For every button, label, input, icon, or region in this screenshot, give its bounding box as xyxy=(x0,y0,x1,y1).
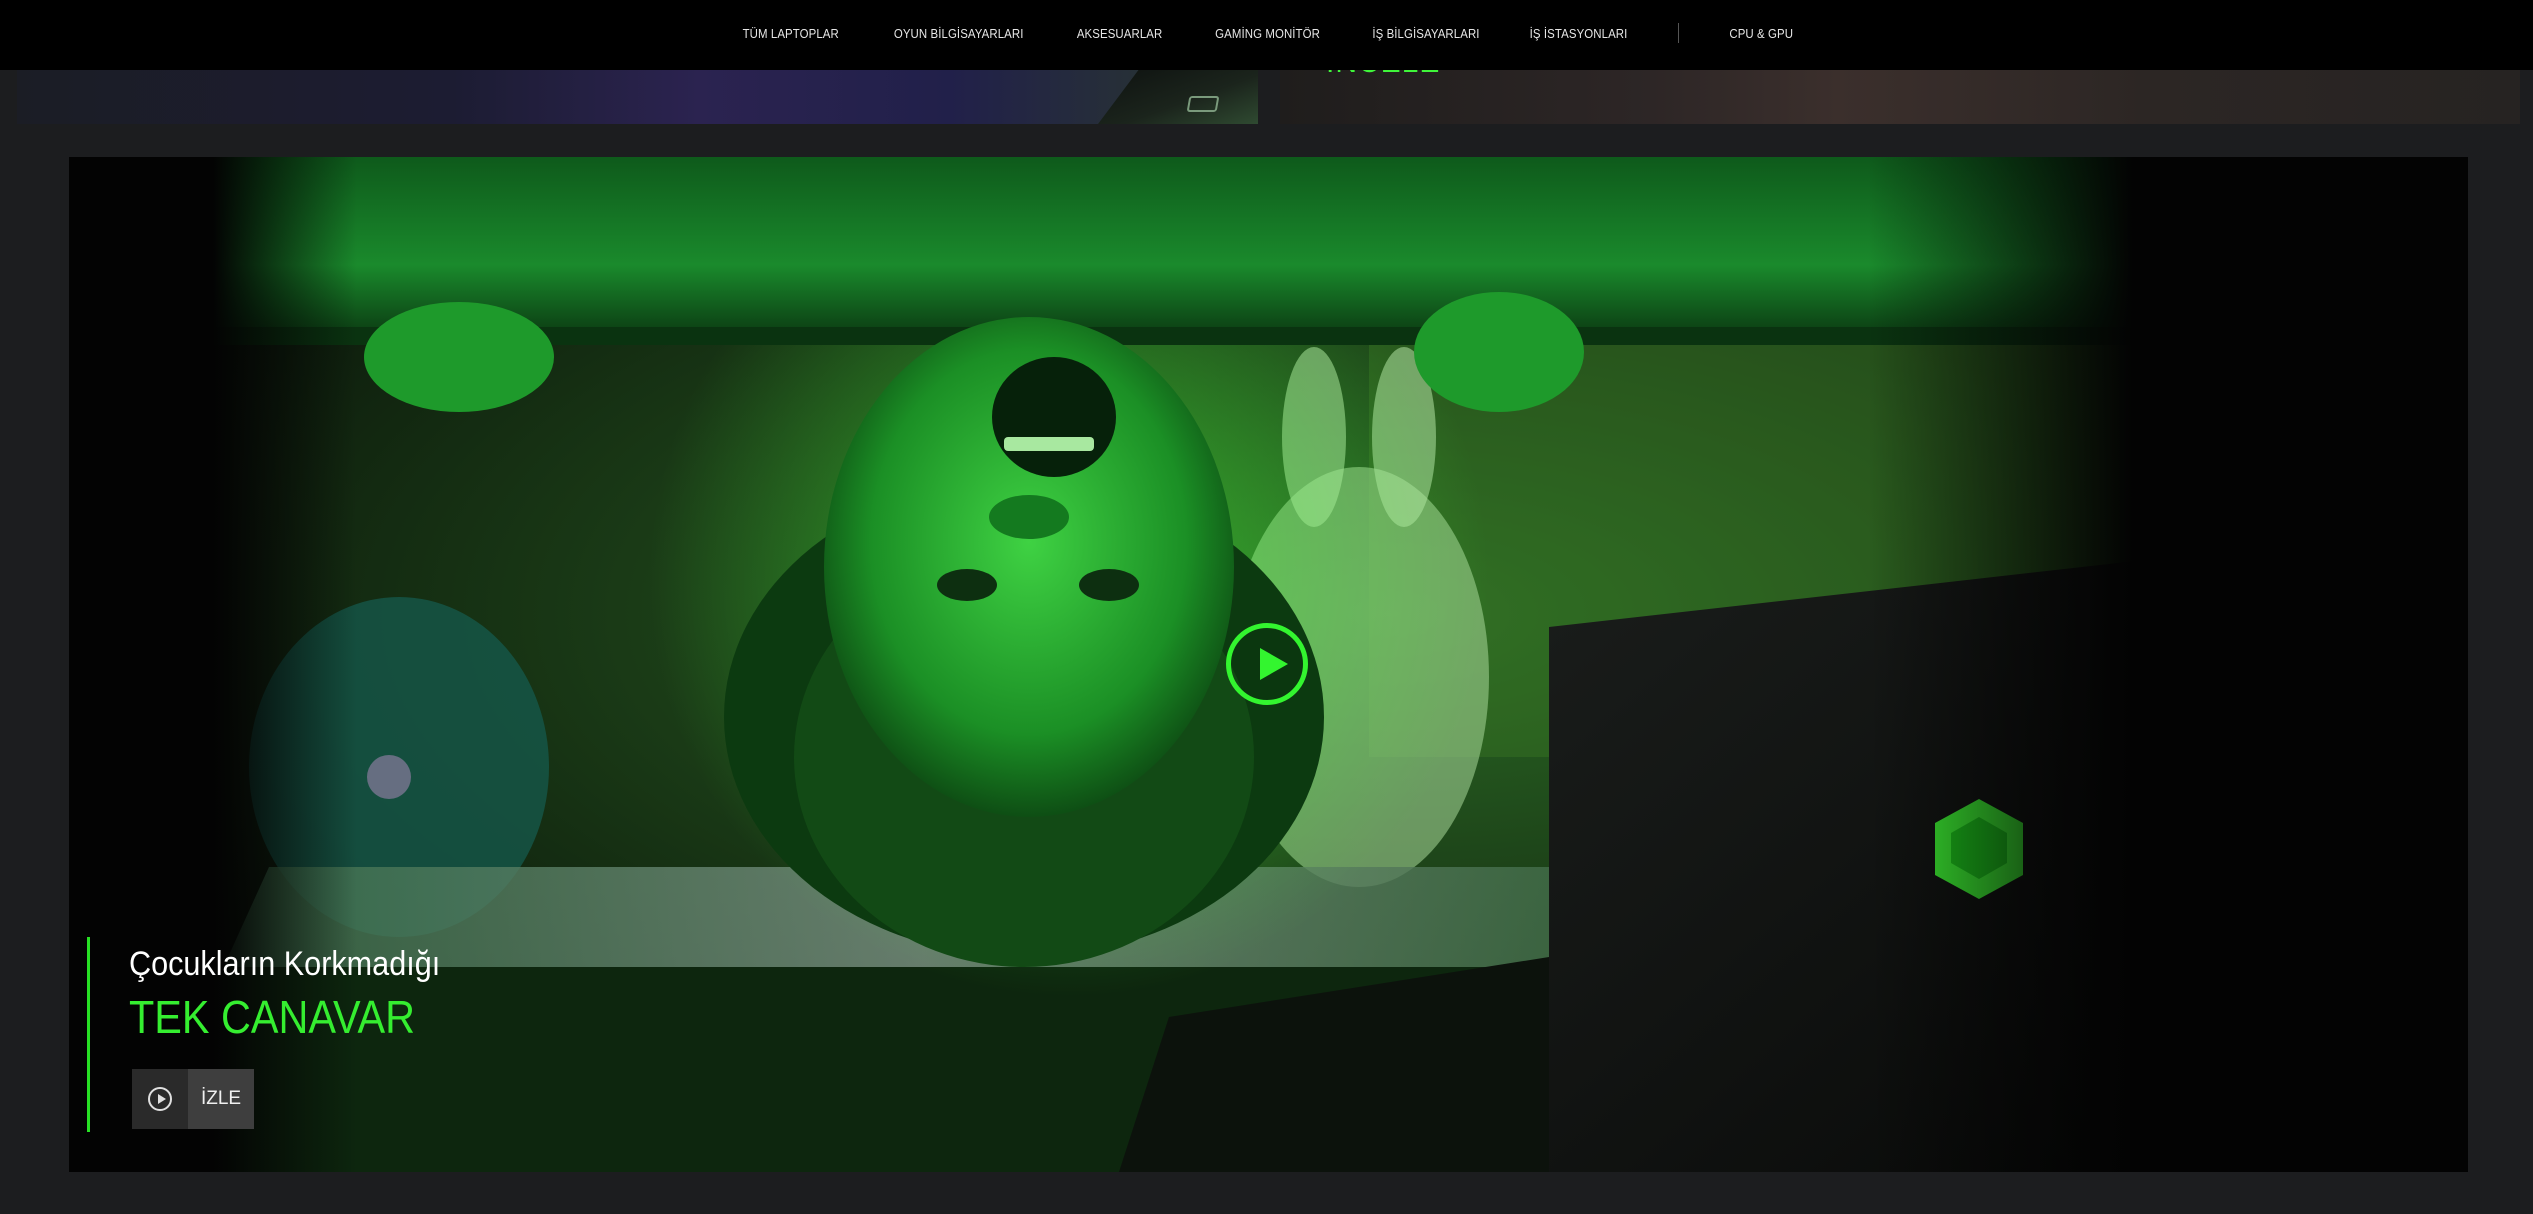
hero-subtitle: Çocukların Korkmadığı xyxy=(129,945,441,983)
top-navigation: TÜM LAPTOPLAR OYUN BİLGİSAYARLARI AKSESU… xyxy=(0,0,2533,70)
watch-icon-box xyxy=(132,1069,188,1129)
watch-button[interactable]: İZLE xyxy=(132,1069,254,1129)
nav-divider xyxy=(1677,23,1679,43)
nav-item-gaming-monitor[interactable]: GAMİNG MONİTÖR xyxy=(1215,26,1320,41)
nav-item-all-laptops[interactable]: TÜM LAPTOPLAR xyxy=(742,26,838,41)
laptop-logo-icon xyxy=(1186,96,1220,112)
hero-title: TEK CANAVAR xyxy=(129,991,416,1043)
hero-caption: Çocukların Korkmadığı TEK CANAVAR İZLE xyxy=(87,937,475,1132)
play-outline-icon xyxy=(148,1087,172,1111)
nav-item-cpu-gpu[interactable]: CPU & GPU xyxy=(1729,26,1793,41)
nav-item-gaming-pcs[interactable]: OYUN BİLGİSAYARLARI xyxy=(894,26,1024,41)
nav-item-business-pcs[interactable]: İŞ BİLGİSAYARLARI xyxy=(1372,26,1479,41)
watch-label: İZLE xyxy=(188,1069,254,1129)
nav-item-accessories[interactable]: AKSESUARLAR xyxy=(1076,26,1162,41)
nav-item-workstations[interactable]: İŞ İSTASYONLARI xyxy=(1529,26,1627,41)
nav-links: TÜM LAPTOPLAR OYUN BİLGİSAYARLARI AKSESU… xyxy=(0,0,2533,66)
video-play-button[interactable] xyxy=(1226,623,1308,705)
hero-video-banner[interactable]: Çocukların Korkmadığı TEK CANAVAR İZLE xyxy=(69,157,2468,1172)
